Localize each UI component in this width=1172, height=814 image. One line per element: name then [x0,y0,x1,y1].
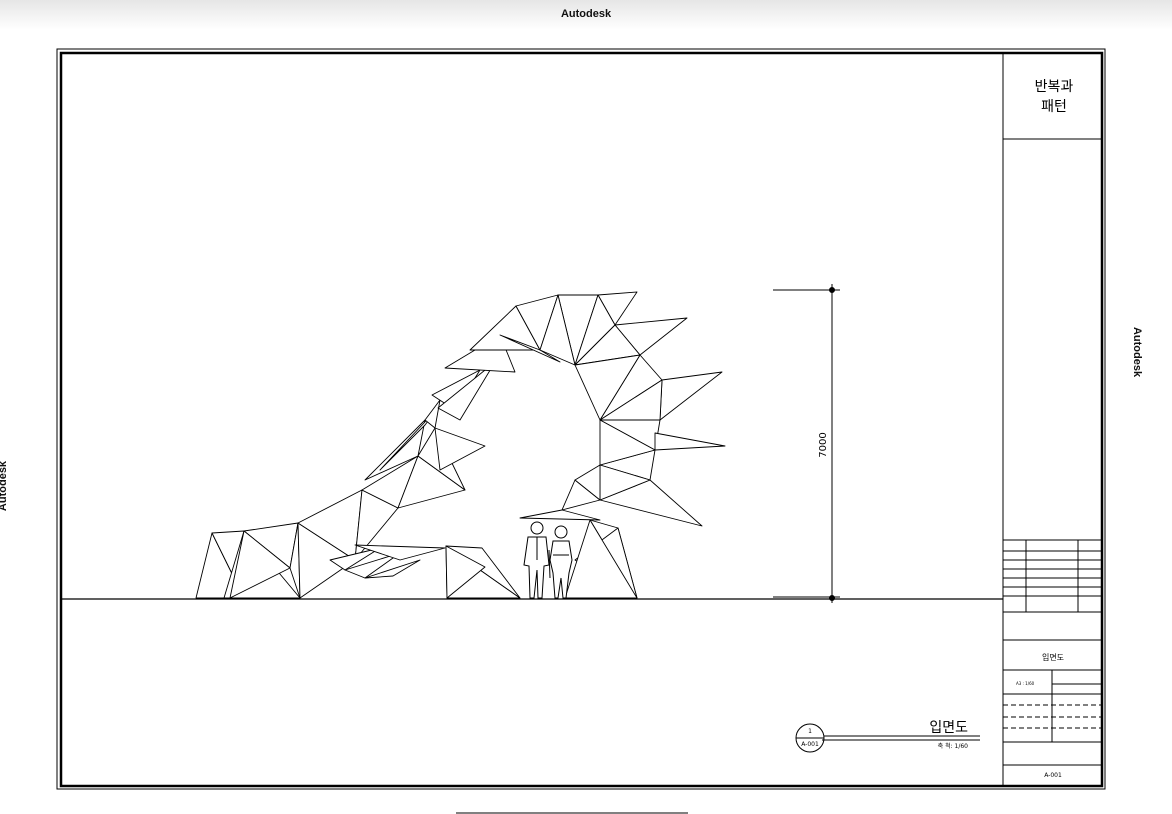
drawing-sheet: 반복과 패턴 입면도 A3 : 1/60 A-001 7000 1 A-001 … [56,48,1106,814]
title-block-scale: A3 : 1/60 [1016,681,1035,686]
inner-border [59,51,1104,788]
callout-detail-number: 1 [808,728,812,735]
title-block-drawing-name: 입면도 [1042,652,1064,662]
height-dimension [773,284,840,603]
project-title-line1: 반복과 [1035,79,1074,95]
title-block-sheet-number: A-001 [1044,772,1062,779]
callout-scale: 축 척: 1/60 [938,742,969,750]
project-title-line2: 패턴 [1041,99,1067,115]
height-dimension-value: 7000 [818,432,829,457]
callout-title: 입면도 [929,720,968,736]
human-figures [523,521,573,599]
outer-border [56,48,1106,790]
callout-sheet-ref: A-001 [801,741,819,748]
title-block [1002,53,1102,786]
wave-sculpture [195,291,726,599]
